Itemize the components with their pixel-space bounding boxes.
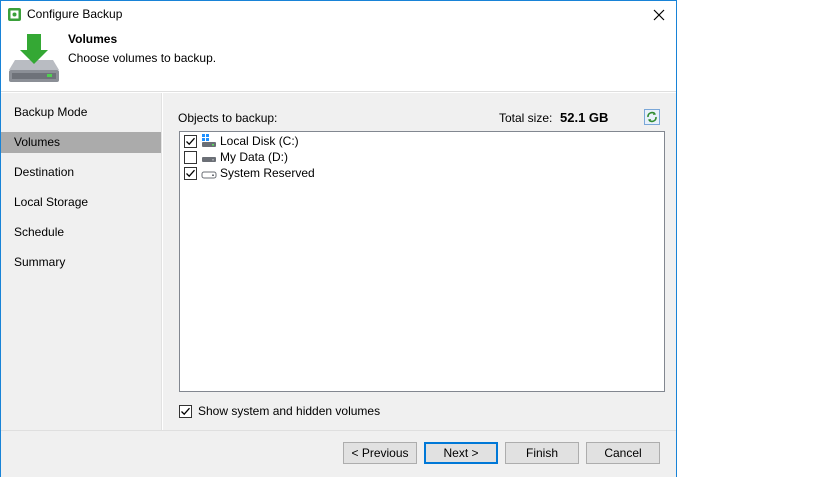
refresh-icon — [647, 111, 657, 123]
volume-label: Local Disk (C:) — [220, 134, 299, 148]
volume-row-system-reserved[interactable]: System Reserved — [184, 165, 315, 181]
backup-drive-icon — [7, 32, 61, 86]
objects-to-backup-label: Objects to backup: — [178, 111, 278, 125]
close-button[interactable] — [642, 1, 676, 28]
wizard-steps-sidebar: Backup Mode Volumes Destination Local St… — [1, 93, 162, 430]
show-hidden-option[interactable]: Show system and hidden volumes — [179, 404, 380, 418]
close-icon — [653, 9, 665, 20]
sidebar-item-volumes[interactable]: Volumes — [1, 132, 161, 153]
drive-icon — [201, 166, 217, 180]
total-size-label: Total size: — [499, 111, 553, 125]
checkmark-icon — [186, 169, 195, 177]
wizard-header: Volumes Choose volumes to backup. — [1, 28, 676, 92]
window-title: Configure Backup — [27, 7, 123, 21]
sidebar-item-local-storage[interactable]: Local Storage — [1, 192, 161, 213]
total-size-value: 52.1 GB — [560, 110, 609, 125]
windows-drive-icon — [201, 134, 217, 148]
title-bar: Configure Backup — [1, 1, 676, 28]
previous-button[interactable]: < Previous — [343, 442, 417, 464]
page-title: Volumes — [68, 32, 118, 46]
checkmark-icon — [186, 137, 195, 145]
sidebar-item-schedule[interactable]: Schedule — [1, 222, 161, 243]
volume-label: System Reserved — [220, 166, 315, 180]
cancel-button[interactable]: Cancel — [586, 442, 660, 464]
show-hidden-checkbox[interactable] — [179, 404, 192, 418]
volume-row-d[interactable]: My Data (D:) — [184, 149, 288, 165]
page-subtitle: Choose volumes to backup. — [68, 51, 217, 65]
volume-d-checkbox[interactable] — [184, 150, 197, 164]
volume-label: My Data (D:) — [220, 150, 289, 164]
next-button[interactable]: Next > — [424, 442, 498, 464]
app-icon — [7, 7, 22, 22]
drive-icon — [201, 150, 217, 164]
checkmark-icon — [181, 407, 190, 415]
wizard-footer: < Previous Next > Finish Cancel — [1, 430, 676, 477]
show-hidden-label: Show system and hidden volumes — [198, 404, 381, 418]
sidebar-item-destination[interactable]: Destination — [1, 162, 161, 183]
refresh-button[interactable] — [644, 109, 660, 125]
volume-c-checkbox[interactable] — [184, 134, 197, 148]
finish-button[interactable]: Finish — [505, 442, 579, 464]
volume-system-reserved-checkbox[interactable] — [184, 166, 197, 180]
volume-row-c[interactable]: Local Disk (C:) — [184, 133, 299, 149]
volumes-panel: Objects to backup: Total size: 52.1 GB L… — [163, 93, 676, 430]
configure-backup-window: Configure Backup Volumes Choose volumes … — [0, 0, 677, 477]
sidebar-item-backup-mode[interactable]: Backup Mode — [1, 102, 161, 123]
sidebar-item-summary[interactable]: Summary — [1, 252, 161, 273]
volumes-list[interactable]: Local Disk (C:) My Data (D:) System Rese… — [179, 131, 665, 392]
